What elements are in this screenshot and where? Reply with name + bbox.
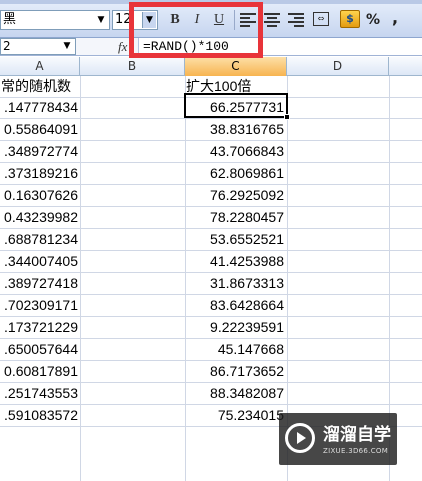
fx-icon[interactable]: fx [118, 38, 127, 55]
cell-c[interactable]: 83.6428664 [185, 295, 286, 316]
name-box[interactable]: 2 ▼ [0, 38, 76, 55]
cell-c[interactable]: 53.6552521 [185, 229, 286, 250]
cell-a[interactable]: .688781234 [0, 229, 80, 250]
merge-center-icon[interactable]: ⇔ [313, 12, 329, 26]
cell-c[interactable]: 88.3482087 [185, 383, 286, 404]
cell-a[interactable]: 0.55864091 [0, 119, 80, 140]
cell-c[interactable]: 41.4253988 [185, 251, 286, 272]
currency-icon[interactable]: $ [340, 10, 360, 28]
cell-a[interactable]: .389727418 [0, 273, 80, 294]
cell-c[interactable]: 62.8069861 [185, 163, 286, 184]
cell-a[interactable]: .344007405 [0, 251, 80, 272]
cell-a[interactable]: .702309171 [0, 295, 80, 316]
table-row: .389727418 31.8673313 [0, 273, 422, 295]
cell-a[interactable]: .147778434 [0, 97, 80, 118]
formula-highlight-box [129, 2, 263, 58]
cell-c[interactable]: 38.8316765 [185, 119, 286, 140]
cell-a[interactable]: .251743553 [0, 383, 80, 404]
table-row: .688781234 53.6552521 [0, 229, 422, 251]
cell-a[interactable]: 0.16307626 [0, 185, 80, 206]
cell-a[interactable]: .650057644 [0, 339, 80, 360]
active-cell-outline [184, 93, 288, 118]
table-row: 0.43239982 78.2280457 [0, 207, 422, 229]
watermark-subtitle: ZIXUE.3D66.COM [323, 447, 389, 455]
column-header-row: A B C D [0, 57, 422, 76]
cell-a[interactable]: .173721229 [0, 317, 80, 338]
column-header-c[interactable]: C [185, 57, 287, 76]
table-row: 0.60817891 86.7173652 [0, 361, 422, 383]
table-row: .251743553 88.3482087 [0, 383, 422, 405]
table-row: .173721229 9.22239591 [0, 317, 422, 339]
table-row: .702309171 83.6428664 [0, 295, 422, 317]
align-right-icon[interactable] [288, 13, 304, 27]
table-row: .344007405 41.4253988 [0, 251, 422, 273]
comma-style-button[interactable]: , [392, 8, 398, 28]
cell-a-header[interactable]: 常的随机数 [0, 76, 80, 97]
percent-button[interactable]: % [366, 10, 380, 30]
column-header-d[interactable]: D [287, 57, 389, 76]
cell-a[interactable]: .348972774 [0, 141, 80, 162]
chevron-down-icon[interactable]: ▼ [60, 39, 74, 54]
cell-c[interactable]: 86.7173652 [185, 361, 286, 382]
font-name-value: 黑 [3, 12, 17, 27]
cell-a[interactable]: 0.43239982 [0, 207, 80, 228]
cell-c[interactable]: 31.8673313 [185, 273, 286, 294]
cell-a[interactable]: .373189216 [0, 163, 80, 184]
fill-handle[interactable] [284, 114, 290, 120]
cell-c[interactable]: 78.2280457 [185, 207, 286, 228]
cell-a[interactable]: 0.60817891 [0, 361, 80, 382]
chevron-down-icon[interactable]: ▼ [94, 12, 108, 28]
table-row: 0.55864091 38.8316765 [0, 119, 422, 141]
cell-a[interactable]: .591083572 [0, 405, 80, 426]
cell-c[interactable]: 9.22239591 [185, 317, 286, 338]
table-row: 0.16307626 76.2925092 [0, 185, 422, 207]
column-header-a[interactable]: A [0, 57, 80, 76]
align-center-icon[interactable] [264, 13, 280, 27]
watermark-title: 溜溜自学 [323, 425, 391, 445]
cell-c[interactable]: 76.2925092 [185, 185, 286, 206]
name-box-value: 2 [3, 39, 11, 53]
table-row: .650057644 45.147668 [0, 339, 422, 361]
table-row: .348972774 43.7066843 [0, 141, 422, 163]
play-logo-icon [285, 423, 315, 453]
cell-c[interactable]: 43.7066843 [185, 141, 286, 162]
column-header-b[interactable]: B [80, 57, 185, 76]
watermark: 溜溜自学 ZIXUE.3D66.COM [279, 413, 397, 465]
table-row: .373189216 62.8069861 [0, 163, 422, 185]
cell-c[interactable]: 75.234015 [185, 405, 286, 426]
font-name-box[interactable]: 黑 ▼ [0, 10, 110, 30]
cell-c[interactable]: 45.147668 [185, 339, 286, 360]
